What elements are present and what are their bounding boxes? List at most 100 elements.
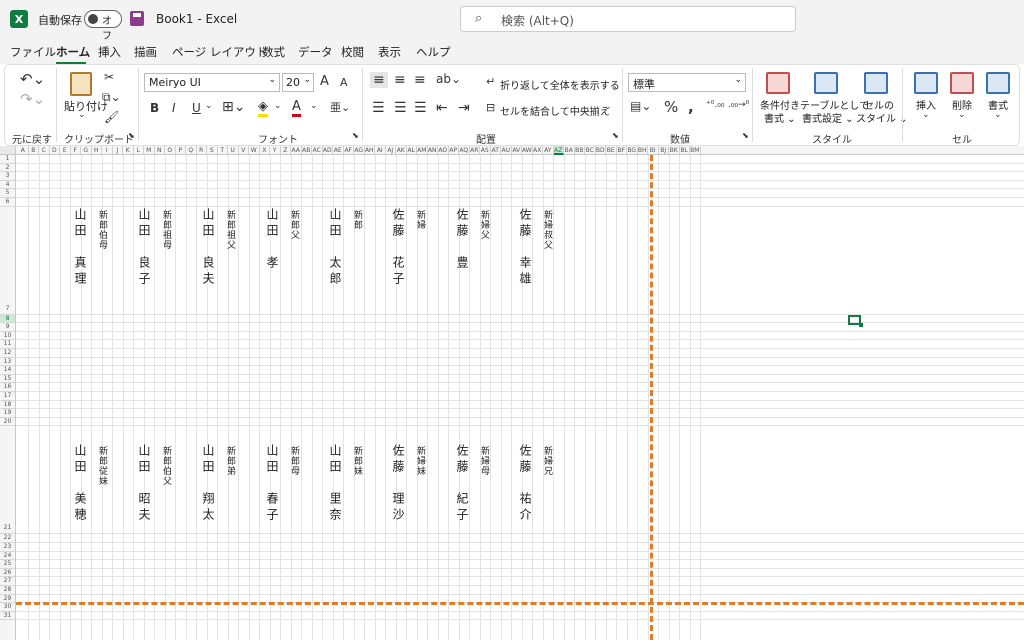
row-header-9[interactable]: 9 xyxy=(0,323,15,332)
column-header-BB[interactable]: BB xyxy=(575,146,585,155)
row-header-14[interactable]: 14 xyxy=(0,366,15,375)
column-header-X[interactable]: X xyxy=(260,146,270,155)
table-format-line2[interactable]: 書式設定 ⌄ xyxy=(802,110,854,125)
column-header-Q[interactable]: Q xyxy=(186,146,197,155)
column-header-AP[interactable]: AP xyxy=(449,146,459,155)
row-header-15[interactable]: 15 xyxy=(0,375,15,384)
column-header-A[interactable]: A xyxy=(18,146,29,155)
column-header-U[interactable]: U xyxy=(228,146,239,155)
column-header-D[interactable]: D xyxy=(50,146,60,155)
search-box[interactable]: ⌕ 検索 (Alt+Q) xyxy=(460,6,796,32)
number-format-select[interactable]: 標準 ⌄ xyxy=(628,73,746,92)
column-header-BA[interactable]: BA xyxy=(564,146,575,155)
select-all-corner[interactable] xyxy=(0,146,16,155)
bold-button[interactable]: B xyxy=(150,101,159,115)
format-dropdown-icon[interactable]: ⌄ xyxy=(994,110,1002,120)
row-header-1[interactable]: 1 xyxy=(0,155,15,164)
column-header-AT[interactable]: AT xyxy=(491,146,501,155)
undo-icon[interactable]: ↶⌄ xyxy=(20,70,45,88)
column-header-AE[interactable]: AE xyxy=(333,146,344,155)
increase-decimal-icon[interactable]: ⁺⁰.₀₀ xyxy=(706,100,724,110)
font-name-select[interactable]: Meiryo UI ⌄ xyxy=(144,73,280,92)
column-header-BC[interactable]: BC xyxy=(585,146,596,155)
row-header-2[interactable]: 2 xyxy=(0,164,15,173)
number-launcher-icon[interactable]: ⬊ xyxy=(742,131,749,140)
column-header-E[interactable]: E xyxy=(60,146,71,155)
shrink-font-button[interactable]: A xyxy=(340,76,348,89)
borders-icon[interactable]: ⊞⌄ xyxy=(222,99,245,115)
column-header-AO[interactable]: AO xyxy=(438,146,449,155)
align-right-icon[interactable]: ☰ xyxy=(414,100,427,116)
font-color-icon[interactable]: A xyxy=(292,99,301,117)
row-header-11[interactable]: 11 xyxy=(0,340,15,349)
align-middle-icon[interactable]: ≡ xyxy=(394,72,406,88)
row-header-10[interactable]: 10 xyxy=(0,332,15,341)
tab-data[interactable]: データ xyxy=(298,44,333,60)
column-header-AM[interactable]: AM xyxy=(417,146,428,155)
column-header-BJ[interactable]: BJ xyxy=(659,146,669,155)
merge-dropdown-icon[interactable]: ⌄ xyxy=(604,102,612,112)
column-header-BF[interactable]: BF xyxy=(617,146,627,155)
column-header-K[interactable]: K xyxy=(123,146,134,155)
row-header-12[interactable]: 12 xyxy=(0,349,15,358)
column-header-AF[interactable]: AF xyxy=(344,146,354,155)
row-header-18[interactable]: 18 xyxy=(0,401,15,410)
percent-icon[interactable]: % xyxy=(664,98,678,116)
font-size-select[interactable]: 20 ⌄ xyxy=(282,73,314,92)
redo-icon[interactable]: ↷⌄ xyxy=(20,90,45,108)
merge-center-button[interactable]: セルを結合して中央揃え xyxy=(500,103,610,118)
save-icon[interactable] xyxy=(130,11,144,26)
fill-color-icon[interactable]: ◈ xyxy=(258,99,268,117)
phonetic-icon[interactable]: 亜⌄ xyxy=(330,99,350,115)
column-header-AH[interactable]: AH xyxy=(365,146,375,155)
font-color-dropdown-icon[interactable]: ⌄ xyxy=(310,101,318,111)
tab-insert[interactable]: 挿入 xyxy=(98,44,121,60)
column-header-AC[interactable]: AC xyxy=(312,146,323,155)
column-header-F[interactable]: F xyxy=(71,146,81,155)
column-header-AD[interactable]: AD xyxy=(323,146,333,155)
tab-draw[interactable]: 描画 xyxy=(134,44,157,60)
column-header-AV[interactable]: AV xyxy=(512,146,522,155)
column-header-BI[interactable]: BI xyxy=(648,146,659,155)
column-header-O[interactable]: O xyxy=(165,146,176,155)
column-header-AW[interactable]: AW xyxy=(522,146,533,155)
alignment-launcher-icon[interactable]: ⬊ xyxy=(612,131,619,140)
column-header-AY[interactable]: AY xyxy=(543,146,554,155)
insert-dropdown-icon[interactable]: ⌄ xyxy=(922,110,930,120)
italic-button[interactable]: I xyxy=(172,101,176,115)
row-header-29[interactable]: 29 xyxy=(0,595,15,604)
row-header-26[interactable]: 26 xyxy=(0,569,15,578)
row-header-31[interactable]: 31 xyxy=(0,612,15,621)
column-header-S[interactable]: S xyxy=(207,146,218,155)
column-header-R[interactable]: R xyxy=(197,146,207,155)
column-header-AA[interactable]: AA xyxy=(291,146,302,155)
row-header-21[interactable]: 21 xyxy=(0,426,15,535)
underline-button[interactable]: U xyxy=(192,101,201,115)
tab-home[interactable]: ホーム xyxy=(56,44,90,60)
align-center-icon[interactable]: ☰ xyxy=(394,100,407,116)
row-header-13[interactable]: 13 xyxy=(0,358,15,367)
column-header-BH[interactable]: BH xyxy=(638,146,648,155)
column-header-AX[interactable]: AX xyxy=(533,146,543,155)
row-header-23[interactable]: 23 xyxy=(0,543,15,552)
column-header-G[interactable]: G xyxy=(81,146,92,155)
column-header-L[interactable]: L xyxy=(134,146,144,155)
fill-color-dropdown-icon[interactable]: ⌄ xyxy=(274,101,282,111)
accounting-format-icon[interactable]: ▤⌄ xyxy=(630,99,651,113)
column-header-AN[interactable]: AN xyxy=(428,146,438,155)
column-header-BL[interactable]: BL xyxy=(680,146,690,155)
column-header-T[interactable]: T xyxy=(218,146,228,155)
align-top-icon[interactable]: ≡ xyxy=(370,72,388,88)
row-header-22[interactable]: 22 xyxy=(0,534,15,543)
delete-dropdown-icon[interactable]: ⌄ xyxy=(958,110,966,120)
tab-view[interactable]: 表示 xyxy=(378,44,401,60)
column-header-Y[interactable]: Y xyxy=(270,146,281,155)
column-header-BK[interactable]: BK xyxy=(669,146,680,155)
row-header-3[interactable]: 3 xyxy=(0,172,15,181)
cond-format-line2[interactable]: 書式 ⌄ xyxy=(764,110,796,125)
column-header-P[interactable]: P xyxy=(176,146,186,155)
orientation-icon[interactable]: ab⌄ xyxy=(436,72,461,86)
column-header-AZ[interactable]: AZ xyxy=(553,146,564,155)
column-header-AS[interactable]: AS xyxy=(480,146,491,155)
cell-styles-line2[interactable]: スタイル ⌄ xyxy=(856,110,908,125)
